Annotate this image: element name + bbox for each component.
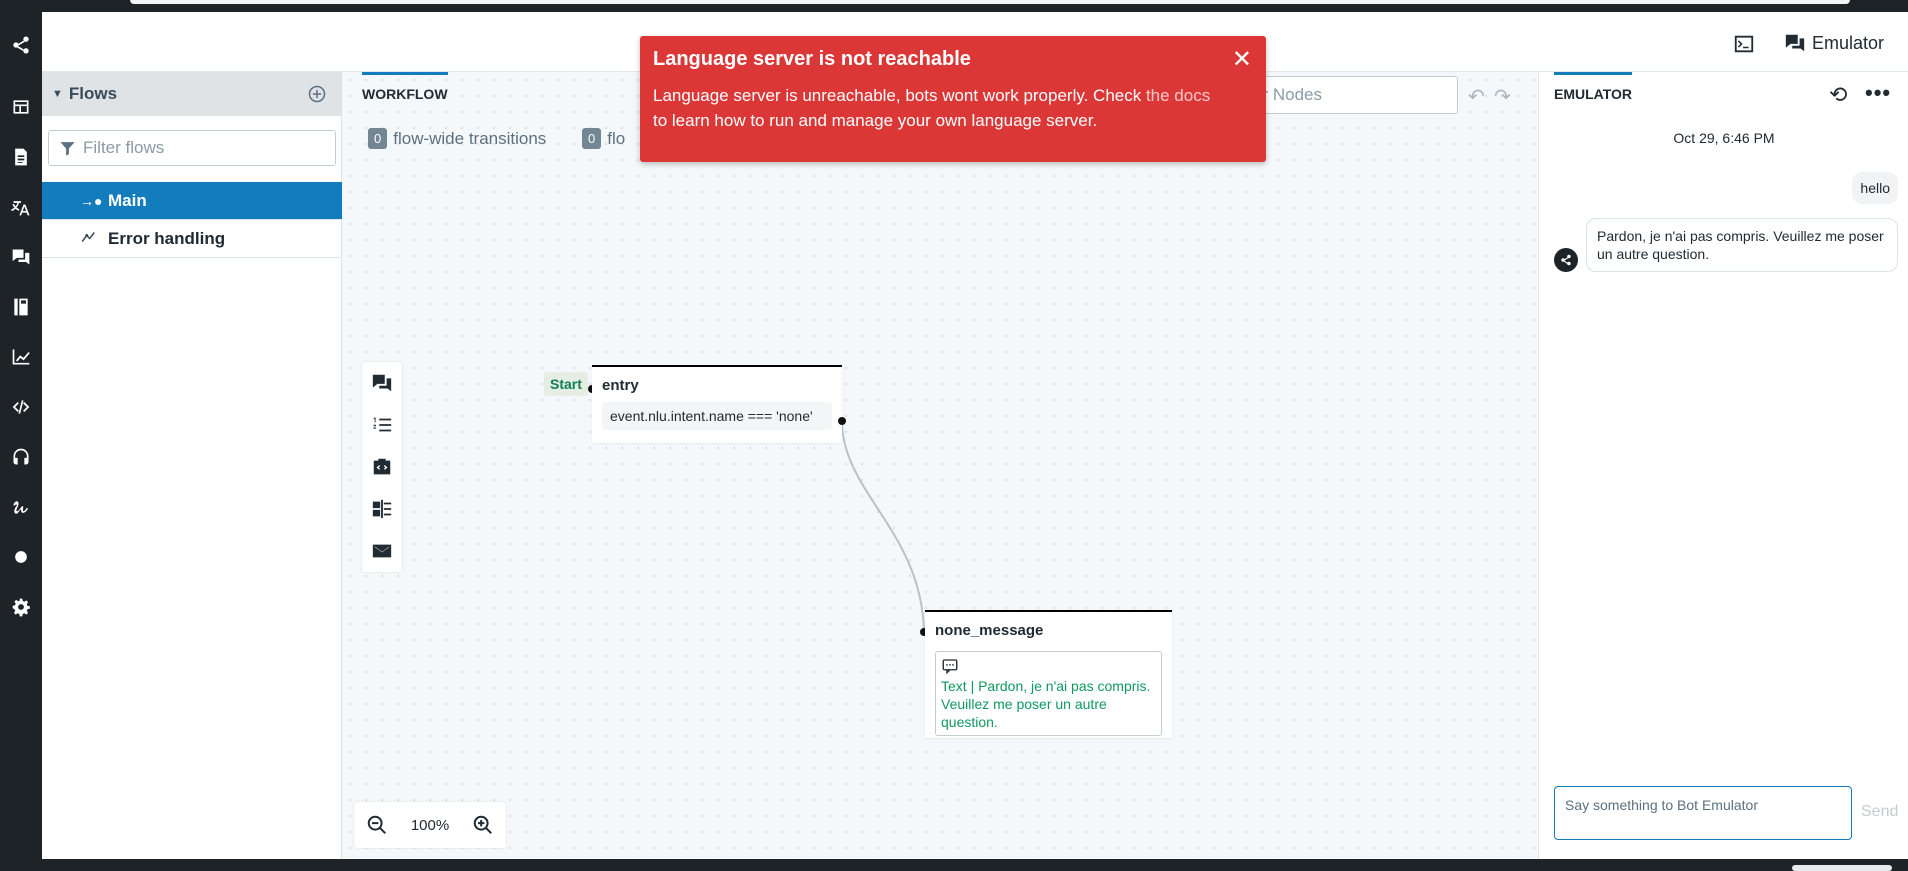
- node-toolbar: [362, 362, 402, 572]
- dashboard-icon[interactable]: [8, 94, 34, 120]
- flow-wide-counter-2[interactable]: 0 flo: [582, 128, 625, 149]
- content-icon[interactable]: [8, 144, 34, 170]
- language-server-error-toast: Language server is not reachable Languag…: [640, 36, 1266, 162]
- flow-item-label: Main: [108, 190, 147, 210]
- translate-icon[interactable]: [8, 194, 34, 220]
- analytics-icon[interactable]: [8, 344, 34, 370]
- emulator-panel: EMULATOR ⟲ ••• Oct 29, 6:46 PM hello Par…: [1538, 72, 1908, 859]
- toast-docs-link[interactable]: the docs: [1146, 86, 1210, 105]
- left-nav: [0, 12, 42, 859]
- emulator-input-placeholder: Say something to Bot Emulator: [1565, 797, 1758, 813]
- flows-title: Flows: [68, 84, 118, 103]
- bot-avatar: [1554, 248, 1578, 272]
- workflow-canvas[interactable]: WORKFLOW 0 flow-wide transitions 0 flo e…: [342, 72, 1538, 859]
- toast-title: Language server is not reachable: [653, 48, 971, 70]
- hitl-headset-icon[interactable]: [8, 444, 34, 470]
- bottom-edge-bar: [0, 859, 1908, 871]
- node-message-text: Text | Pardon, je n'ai pas compris. Veui…: [941, 678, 1151, 730]
- node-none-message[interactable]: none_message Text | Pardon, je n'ai pas …: [925, 610, 1172, 738]
- undo-icon[interactable]: ↶: [1468, 84, 1485, 109]
- library-icon[interactable]: [8, 294, 34, 320]
- conversation-date: Oct 29, 6:46 PM: [1673, 130, 1775, 146]
- node-name: none_message: [935, 622, 1044, 639]
- counter-badge: 0: [368, 128, 388, 149]
- filter-funnel-icon: [60, 142, 75, 156]
- flows-header[interactable]: ▼ Flows: [42, 72, 341, 116]
- node-connection-line: [841, 420, 925, 633]
- node-message-content[interactable]: Text | Pardon, je n'ai pas compris. Veui…: [935, 651, 1162, 736]
- numbered-list-tool-icon[interactable]: [362, 404, 402, 446]
- zoom-in-icon[interactable]: [470, 812, 496, 838]
- browser-top-strip: [0, 0, 1908, 12]
- standard-node-tool-icon[interactable]: [362, 362, 402, 404]
- settings-gear-icon[interactable]: [8, 594, 34, 620]
- nlu-icon[interactable]: [8, 494, 34, 520]
- zoom-out-icon[interactable]: [364, 812, 390, 838]
- emulator-chat-icon: [1785, 34, 1805, 52]
- redo-icon[interactable]: ↷: [1494, 84, 1511, 109]
- error-flow-icon: [80, 228, 100, 249]
- caret-down-icon: ▼: [52, 88, 63, 100]
- counter-label: flo: [607, 128, 626, 148]
- add-flow-icon[interactable]: [307, 84, 327, 104]
- tab-emulator[interactable]: EMULATOR: [1554, 72, 1633, 112]
- flows-sidebar: ▼ Flows Filter flows →● Main Error handl…: [42, 72, 342, 859]
- user-message: hello: [1852, 172, 1898, 204]
- flow-item-main[interactable]: →● Main: [42, 182, 342, 220]
- close-icon[interactable]: ✕: [1232, 48, 1252, 72]
- filter-nodes-input[interactable]: er Nodes: [1242, 76, 1458, 114]
- bot-message: Pardon, je n'ai pas compris. Veuillez me…: [1586, 218, 1898, 272]
- node-output-port[interactable]: [838, 417, 846, 425]
- share-logo-icon[interactable]: [8, 32, 34, 58]
- toast-text-after: to learn how to run and manage your own …: [653, 111, 1098, 130]
- node-entry[interactable]: entry event.nlu.intent.name === 'none': [592, 365, 842, 443]
- counter-badge: 0: [582, 128, 602, 149]
- filter-flows-input[interactable]: Filter flows: [48, 130, 336, 166]
- filter-flows-placeholder: Filter flows: [83, 138, 165, 157]
- start-badge: Start: [544, 372, 588, 396]
- email-tool-icon[interactable]: [362, 530, 402, 572]
- toast-body: Language server is unreachable, bots won…: [653, 83, 1216, 133]
- zoom-controls: 100%: [354, 802, 506, 848]
- more-options-icon[interactable]: •••: [1865, 80, 1891, 106]
- entry-arrow-icon: →●: [80, 192, 103, 209]
- flow-item-error-handling[interactable]: Error handling: [42, 220, 342, 258]
- status-dot-icon[interactable]: [8, 544, 34, 570]
- router-tool-icon[interactable]: [362, 488, 402, 530]
- flow-wide-transitions-counter[interactable]: 0 flow-wide transitions: [368, 128, 546, 149]
- zoom-level: 100%: [410, 816, 450, 834]
- horizontal-scrollbar[interactable]: [1792, 865, 1892, 871]
- send-button[interactable]: Send: [1861, 803, 1898, 821]
- execute-code-tool-icon[interactable]: [362, 446, 402, 488]
- emulator-message-input[interactable]: Say something to Bot Emulator: [1554, 786, 1852, 840]
- chat-bubble-icon: [942, 659, 958, 675]
- flow-item-label: Error handling: [108, 228, 226, 248]
- code-editor-icon[interactable]: [8, 394, 34, 420]
- emulator-toggle-button[interactable]: Emulator: [1784, 28, 1884, 58]
- toast-text-before: Language server is unreachable, bots won…: [653, 86, 1146, 105]
- qna-icon[interactable]: [8, 244, 34, 270]
- reset-conversation-icon[interactable]: ⟲: [1829, 82, 1847, 108]
- address-bar-edge: [130, 0, 1850, 4]
- terminal-toggle-icon[interactable]: [1732, 32, 1756, 56]
- counter-label: flow-wide transitions: [393, 128, 547, 148]
- node-name: entry: [602, 377, 639, 394]
- emulator-button-label: Emulator: [1812, 32, 1885, 53]
- node-transition-condition[interactable]: event.nlu.intent.name === 'none': [602, 402, 832, 430]
- tab-workflow[interactable]: WORKFLOW: [362, 72, 448, 112]
